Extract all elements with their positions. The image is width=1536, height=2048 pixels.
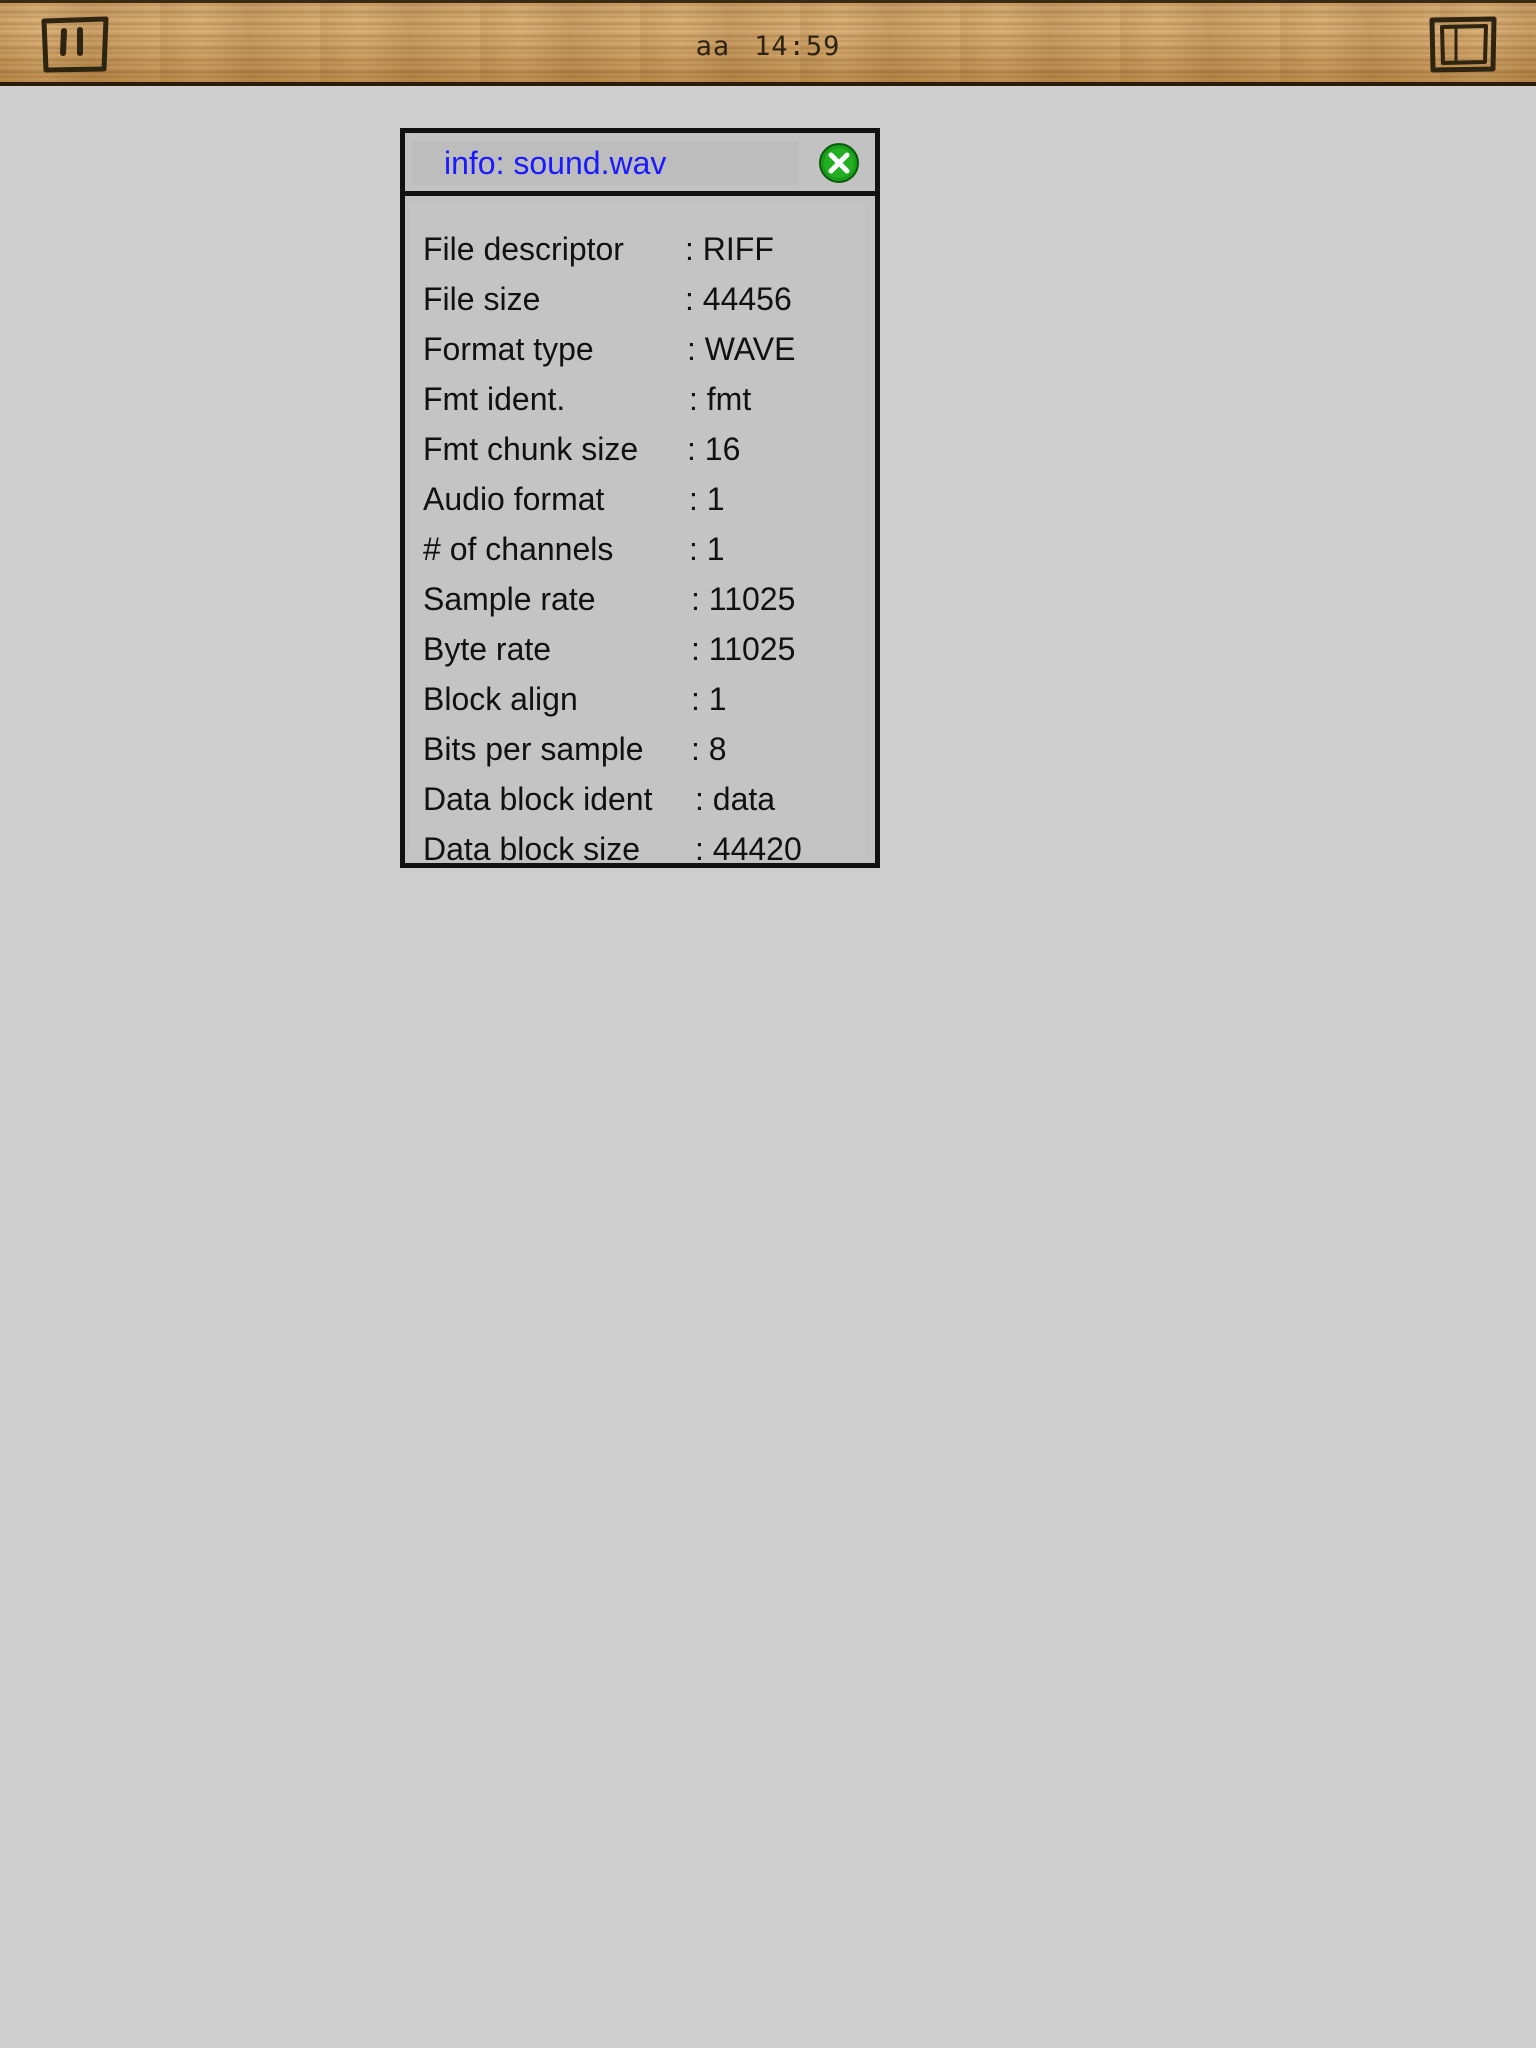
row-label: File descriptor (423, 231, 624, 267)
window-frame-icon (1429, 16, 1497, 73)
row-label: Block align (423, 681, 578, 717)
status-bar: aa 14:59 (0, 31, 1536, 62)
close-icon (819, 143, 859, 183)
row-label: Format type (423, 331, 594, 367)
row-value: : data (695, 781, 776, 817)
row-value: : 1 (689, 481, 725, 517)
row-value: : 8 (691, 731, 727, 767)
row-label: Audio format (423, 481, 605, 517)
info-table: File descriptor : RIFF File size : 44456… (411, 205, 865, 867)
row-value: : 44420 (695, 831, 802, 867)
row-label: Fmt chunk size (423, 431, 639, 467)
row-value: : fmt (689, 381, 752, 417)
row-label: Data block size (423, 831, 640, 867)
dialog-title: info: sound.wav (412, 141, 798, 185)
close-button[interactable] (818, 142, 860, 184)
row-value: : 16 (687, 431, 741, 467)
row-label: Byte rate (423, 631, 552, 667)
dialog-header: info: sound.wav (405, 133, 875, 196)
row-label: File size (423, 281, 541, 317)
clock-time: 14:59 (754, 31, 841, 62)
user-label: aa (695, 31, 731, 62)
row-label: Fmt ident. (423, 381, 566, 417)
row-value: : 11025 (691, 631, 796, 667)
row-value: : 1 (689, 531, 725, 567)
window-button[interactable] (1428, 15, 1498, 73)
top-toolbar: aa 14:59 (0, 0, 1536, 86)
row-label: Data block ident (423, 781, 653, 817)
row-value: : WAVE (687, 331, 796, 367)
row-label: Bits per sample (423, 731, 644, 767)
row-label: Sample rate (423, 581, 596, 617)
row-value: : 1 (691, 681, 727, 717)
row-value: : RIFF (685, 231, 774, 267)
info-dialog: info: sound.wav File descriptor : RIFF F… (400, 128, 880, 868)
row-value: : 44456 (685, 281, 792, 317)
row-label: # of channels (423, 531, 614, 567)
row-value: : 11025 (691, 581, 796, 617)
